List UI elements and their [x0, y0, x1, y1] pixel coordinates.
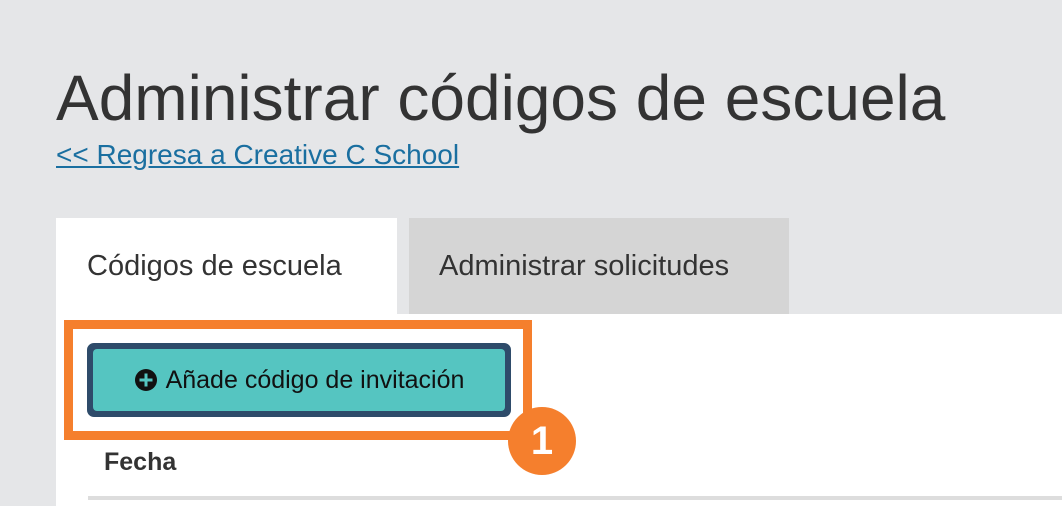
table-header-divider [88, 496, 1062, 500]
plus-circle-icon [134, 368, 158, 392]
add-invite-code-button-face[interactable]: Añade código de invitación [93, 349, 505, 411]
table-column-header-date: Fecha [104, 448, 177, 476]
tab-manage-requests[interactable]: Administrar solicitudes [409, 218, 789, 314]
tab-school-codes[interactable]: Códigos de escuela [56, 218, 397, 318]
add-invite-code-label: Añade código de invitación [165, 365, 465, 394]
add-invite-code-button[interactable]: Añade código de invitación [87, 343, 511, 417]
annotation-step-badge: 1 [508, 407, 576, 475]
page-title: Administrar códigos de escuela [56, 62, 946, 134]
back-to-school-link[interactable]: << Regresa a Creative C School [56, 138, 459, 172]
